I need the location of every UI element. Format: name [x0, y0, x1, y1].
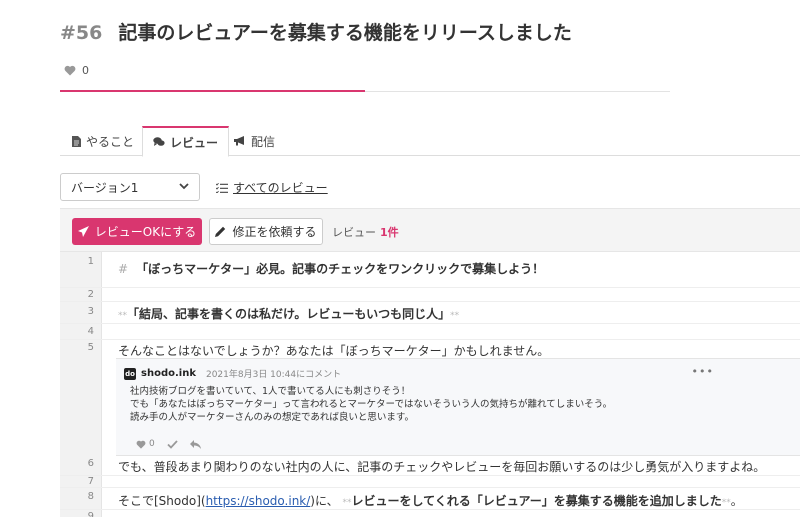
reading-progress-bar [60, 90, 670, 92]
line-number: 9 [87, 511, 94, 517]
editor-line[interactable]: 4 [60, 324, 800, 340]
comment-time: 2021年8月3日 10:44にコメント [205, 370, 342, 380]
bold-text: レビューをしてくれる「レビュアー」を募集する機能を追加しました [351, 494, 722, 508]
tab-todo[interactable]: やること [62, 126, 144, 156]
line-content: **「結局、記事を書くのは私だけ。レビューもいつも同じ人」** [118, 305, 459, 322]
paper-plane-icon [77, 226, 89, 237]
tab-label: やること [86, 134, 135, 149]
comment-author: do shodo.ink 2021年8月3日 10:44にコメント [124, 367, 341, 380]
editor-line[interactable]: 2 [60, 288, 800, 302]
editor-line[interactable]: 8 そこで[Shodo](https://shodo.ink/)に、 **レビュ… [60, 488, 800, 510]
tab-label: レビュー [170, 135, 219, 150]
tab-review[interactable]: レビュー [142, 126, 230, 157]
heading-text: 「ぼっちマーケター」必見。記事のチェックをワンクリックで募集しよう！ [136, 262, 545, 276]
page-title: #56 記事のレビュアーを募集する機能をリリースしました [60, 18, 572, 45]
review-count: レビュー 1件 [332, 224, 399, 240]
bold-text: 「結局、記事を書くのは私だけ。レビューもいつも同じ人」 [127, 307, 451, 321]
list-icon [216, 182, 228, 193]
comment-body: 社内技術ブログを書いていて、1人で書いてる人にも刺さりそう！ でも「あなたはぼっ… [130, 385, 612, 424]
text-segment: 。 [730, 494, 743, 508]
line-number: 4 [87, 326, 94, 337]
review-editor: 1 # 「ぼっちマーケター」必見。記事のチェックをワンクリックで募集しよう！ 2 … [60, 252, 800, 517]
reading-progress-fill [60, 90, 365, 92]
editor-line[interactable]: 1 # 「ぼっちマーケター」必見。記事のチェックをワンクリックで募集しよう！ [60, 252, 800, 288]
tab-label: 配信 [251, 134, 276, 149]
chevron-down-icon [179, 183, 189, 190]
all-reviews-label: すべてのレビュー [233, 181, 328, 195]
megaphone-icon [234, 136, 244, 146]
check-icon[interactable] [167, 439, 178, 449]
editor-line[interactable]: 5 そんなことはないでしょうか？あなたは「ぼっちマーケター」かもしれません。 [60, 340, 800, 358]
line-number: 3 [87, 306, 94, 317]
line-number: 1 [87, 256, 94, 267]
more-options-icon[interactable]: ••• [692, 365, 714, 378]
comment-author-name: shodo.ink [141, 368, 196, 379]
comment-body-line: 読み手の人がマーケターさんのみの想定であれば良いと思います。 [130, 412, 414, 423]
shodo-logo: do [124, 367, 136, 380]
comment-body-line: でも「あなたはぼっちマーケター」って言われるとマーケターではないそういう人の気持… [130, 399, 613, 410]
comment-like-count: 0 [149, 439, 155, 449]
request-fix-label: 修正を依頼する [232, 225, 317, 239]
comments-icon [153, 137, 165, 146]
review-count-value: 1件 [380, 226, 399, 239]
tab-bar: やること レビュー 配信 [60, 126, 800, 157]
review-comment: do shodo.ink 2021年8月3日 10:44にコメント ••• 社内… [116, 358, 800, 456]
editor-line[interactable]: 3 **「結局、記事を書くのは私だけ。レビューもいつも同じ人」** [60, 302, 800, 324]
review-ok-button[interactable]: レビューOKにする [72, 218, 202, 245]
line-number: 5 [87, 342, 94, 353]
review-count-label: レビュー [332, 226, 376, 239]
editor-line[interactable]: 9 [60, 510, 800, 517]
line-content: そんなことはないでしょうか？あなたは「ぼっちマーケター」かもしれません。 [118, 344, 550, 358]
line-number: 2 [87, 289, 94, 300]
comment-body-line: 社内技術ブログを書いていて、1人で書いてる人にも刺さりそう！ [130, 386, 411, 397]
bold-mark: ** [118, 311, 127, 321]
heart-icon[interactable] [136, 440, 146, 449]
reply-icon[interactable] [189, 439, 201, 449]
version-selected: バージョン1 [71, 180, 139, 195]
request-fix-button[interactable]: 修正を依頼する [209, 218, 323, 245]
document-icon [72, 135, 81, 147]
line-content: # 「ぼっちマーケター」必見。記事のチェックをワンクリックで募集しよう！ [118, 260, 544, 277]
line-number: 8 [87, 491, 94, 502]
article-number: #56 [60, 22, 103, 44]
editor-line[interactable]: 6 でも、普段あまり関わりのない社内の人に、記事のチェックやレビューを毎回お願い… [60, 456, 800, 476]
tab-deliver[interactable]: 配信 [224, 126, 285, 156]
bold-mark: ** [450, 311, 460, 321]
comment-actions: 0 [136, 439, 204, 449]
shodo-link[interactable]: https://shodo.ink/ [206, 494, 311, 508]
line-number: 7 [87, 476, 94, 487]
version-select[interactable]: バージョン1 [60, 173, 200, 201]
review-toolbar: レビューOKにする 修正を依頼する レビュー 1件 [60, 208, 800, 252]
all-reviews-link[interactable]: すべてのレビュー [216, 179, 328, 196]
editor-line[interactable]: 7 [60, 476, 800, 488]
article-like-count: 0 [82, 64, 89, 77]
line-content: でも、普段あまり関わりのない社内の人に、記事のチェックやレビューを毎回お願いする… [118, 460, 766, 474]
line-number: 6 [87, 458, 94, 469]
article-like-button[interactable]: 0 [64, 64, 89, 77]
heart-icon [64, 65, 76, 76]
text-segment: そこで[Shodo]( [118, 494, 206, 508]
line-content: そこで[Shodo](https://shodo.ink/)に、 **レビューを… [118, 492, 743, 509]
text-segment: )に、 [310, 494, 339, 508]
pencil-icon [215, 226, 226, 237]
heading-mark: # [118, 262, 129, 276]
review-ok-label: レビューOKにする [94, 225, 197, 239]
article-title: 記事のレビュアーを募集する機能をリリースしました [118, 22, 572, 44]
bold-mark: ** [721, 498, 731, 508]
